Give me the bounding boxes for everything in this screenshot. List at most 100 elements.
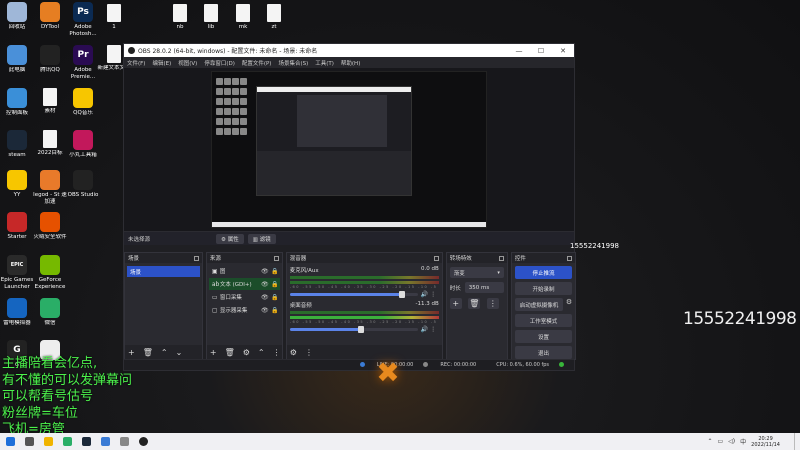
- speaker-icon[interactable]: 🔊: [421, 291, 428, 298]
- desktop-icon[interactable]: nb: [163, 4, 197, 31]
- desktop-icon[interactable]: YY: [0, 170, 34, 199]
- desktop-icon[interactable]: 回收站: [0, 2, 34, 31]
- settings-button[interactable]: 设置: [514, 330, 572, 343]
- desktop-icon[interactable]: 1: [97, 4, 131, 31]
- desktop-icon[interactable]: mk: [226, 4, 260, 31]
- volume-handle[interactable]: [399, 291, 406, 298]
- start-virtual-camera-button[interactable]: 启动虚拟摄像机: [514, 298, 563, 311]
- undock-icon[interactable]: [566, 255, 572, 261]
- obs-window[interactable]: OBS 28.0.2 (64-bit, windows) - 配置文件: 未命名…: [123, 43, 619, 371]
- menu-profile[interactable]: 配置文件(P): [242, 59, 272, 67]
- eye-icon[interactable]: 👁: [260, 281, 270, 288]
- menu-view[interactable]: 视图(V): [178, 59, 197, 67]
- add-icon[interactable]: +: [449, 298, 462, 309]
- desktop-icon[interactable]: EPIC Epic Games Launcher: [0, 255, 34, 290]
- source-item[interactable]: ab 文本 (GDI+) 👁 🔒: [208, 278, 280, 290]
- move-up-icon[interactable]: ⌃: [258, 348, 265, 357]
- filters-button[interactable]: ▥ 滤镜: [247, 233, 276, 244]
- maximize-icon[interactable]: ☐: [530, 47, 552, 55]
- start-recording-button[interactable]: 开始录制: [514, 282, 572, 295]
- clock[interactable]: 20:29 2022/11/14: [751, 436, 780, 448]
- undock-icon[interactable]: [498, 255, 504, 261]
- volume-slider[interactable]: [289, 291, 418, 298]
- more-icon[interactable]: ⋮: [430, 291, 436, 298]
- close-icon[interactable]: ✕: [552, 47, 574, 55]
- desktop-icon[interactable]: GeForce Experience: [33, 255, 67, 290]
- menu-scene-collection[interactable]: 场景集合(S): [278, 59, 308, 67]
- volume-handle[interactable]: [358, 326, 365, 333]
- source-props-icon[interactable]: ⚙: [243, 348, 250, 357]
- lock-icon[interactable]: 🔒: [270, 268, 280, 275]
- steam-taskbar-icon[interactable]: [82, 437, 91, 446]
- source-item[interactable]: ▢ 显示器采集 👁 🔒: [209, 304, 280, 316]
- lock-icon[interactable]: 🔒: [270, 294, 280, 301]
- volume-icon[interactable]: ◁): [728, 438, 735, 445]
- desktop-icon[interactable]: 2022目标: [33, 130, 67, 157]
- desktop-icon[interactable]: Pr Adobe Premie...: [66, 45, 100, 80]
- more-icon[interactable]: ⋮: [273, 348, 281, 357]
- explorer-icon[interactable]: [44, 437, 53, 446]
- scene-item[interactable]: 场景: [127, 266, 200, 277]
- transition-select[interactable]: 渐变 ▾: [449, 267, 504, 278]
- menu-tools[interactable]: 工具(T): [315, 59, 334, 67]
- desktop-icon[interactable]: 微信: [33, 298, 67, 327]
- desktop-icon[interactable]: lib: [194, 4, 228, 31]
- desktop-icon[interactable]: Ps Adobe Photosh...: [66, 2, 100, 37]
- chevron-up-icon[interactable]: ⌃: [707, 438, 712, 445]
- browser-icon[interactable]: [101, 437, 110, 446]
- desktop-icon[interactable]: 火绒安全软件: [33, 212, 67, 241]
- eye-icon[interactable]: 👁: [260, 294, 270, 301]
- exit-button[interactable]: 退出: [514, 346, 572, 359]
- more-icon[interactable]: ⋮: [486, 298, 499, 309]
- desktop-icon[interactable]: 腾讯QQ: [33, 45, 67, 74]
- properties-button[interactable]: ⚙ 属性: [216, 233, 244, 244]
- duration-input[interactable]: 350 ms: [464, 282, 504, 293]
- wechat-taskbar-icon[interactable]: [63, 437, 72, 446]
- menu-help[interactable]: 帮助(H): [341, 59, 360, 67]
- studio-mode-button[interactable]: 工作室模式: [514, 314, 572, 327]
- source-item[interactable]: ▣ 图 👁 🔒: [209, 265, 280, 277]
- menu-edit[interactable]: 编辑(E): [152, 59, 171, 67]
- mixer-settings-icon[interactable]: ⚙: [290, 348, 297, 357]
- preview-canvas[interactable]: [211, 71, 487, 228]
- undock-icon[interactable]: [273, 255, 279, 261]
- desktop-icon[interactable]: DYTool: [33, 2, 67, 31]
- trash-icon[interactable]: 🗑: [225, 348, 235, 357]
- desktop-icon[interactable]: 此电脑: [0, 45, 34, 74]
- trash-icon[interactable]: 🗑: [468, 298, 481, 309]
- move-up-icon[interactable]: ⌃: [161, 348, 168, 357]
- menu-docks[interactable]: 停靠窗口(D): [204, 59, 235, 67]
- show-desktop-button[interactable]: [794, 433, 798, 450]
- desktop-icon[interactable]: OBS Studio: [66, 170, 100, 199]
- desktop-icon[interactable]: 雷电模拟器: [0, 298, 34, 327]
- search-icon[interactable]: [25, 437, 34, 446]
- desktop-icon[interactable]: 控制面板: [0, 88, 34, 117]
- minimize-icon[interactable]: —: [508, 47, 530, 55]
- desktop-icon[interactable]: zt: [257, 4, 291, 31]
- stop-streaming-button[interactable]: 停止推流: [514, 266, 572, 279]
- eye-icon[interactable]: 👁: [260, 268, 270, 275]
- lock-icon[interactable]: 🔒: [270, 281, 280, 288]
- trash-icon[interactable]: 🗑: [143, 348, 153, 357]
- speaker-icon[interactable]: 🔊: [421, 326, 428, 333]
- gear-icon[interactable]: ⚙: [563, 298, 575, 311]
- undock-icon[interactable]: [433, 255, 439, 261]
- menu-file[interactable]: 文件(F): [127, 59, 145, 67]
- desktop-icon[interactable]: legod - St 速加速: [33, 170, 67, 205]
- desktop-icon[interactable]: 小丸工具箱: [66, 130, 100, 159]
- desktop-icon[interactable]: 素材: [33, 88, 67, 115]
- desktop-icon[interactable]: steam: [0, 130, 34, 159]
- ime-icon[interactable]: 中: [740, 437, 746, 446]
- source-item[interactable]: ▭ 窗口采集 👁 🔒: [209, 291, 280, 303]
- undock-icon[interactable]: [193, 255, 199, 261]
- network-icon[interactable]: ▭: [718, 438, 724, 445]
- obs-titlebar[interactable]: OBS 28.0.2 (64-bit, windows) - 配置文件: 未命名…: [124, 44, 574, 57]
- add-icon[interactable]: +: [210, 348, 217, 357]
- desktop-icon[interactable]: QQ音乐: [66, 88, 100, 117]
- eye-icon[interactable]: 👁: [260, 307, 270, 314]
- more-icon[interactable]: ⋮: [430, 326, 436, 333]
- start-icon[interactable]: [6, 437, 15, 446]
- desktop-icon[interactable]: Starter: [0, 212, 34, 241]
- obs-taskbar-icon[interactable]: [139, 437, 148, 446]
- volume-slider[interactable]: [289, 326, 418, 333]
